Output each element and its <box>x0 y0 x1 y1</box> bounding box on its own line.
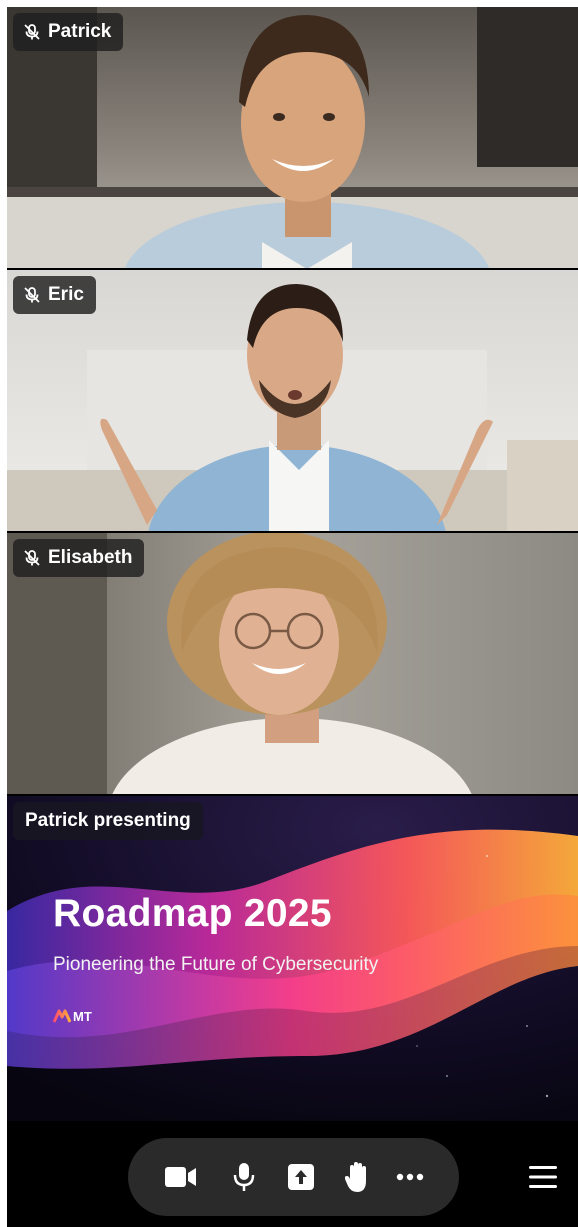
presentation-tile[interactable]: Patrick presenting Roadmap 2025 Pioneeri… <box>7 796 578 1121</box>
name-badge: Eric <box>13 276 96 314</box>
more-options-button[interactable] <box>390 1157 430 1197</box>
camera-toggle-button[interactable] <box>161 1157 201 1197</box>
participant-tile-elisabeth[interactable]: Elisabeth <box>7 533 578 794</box>
more-options-icon <box>396 1173 424 1181</box>
logo-text: MT <box>73 1008 92 1024</box>
raise-hand-button[interactable] <box>338 1157 378 1197</box>
share-screen-button[interactable] <box>281 1157 321 1197</box>
participant-name: Elisabeth <box>48 547 133 568</box>
call-control-bar <box>7 1121 578 1227</box>
microphone-icon <box>233 1163 255 1191</box>
logo-mark-icon <box>53 1009 71 1023</box>
slide-subtitle: Pioneering the Future of Cybersecurity <box>53 954 379 975</box>
hamburger-menu-icon <box>529 1166 557 1188</box>
share-screen-icon <box>288 1164 314 1190</box>
participant-tile-patrick[interactable]: Patrick <box>7 7 578 268</box>
video-camera-icon <box>165 1167 196 1187</box>
microphone-toggle-button[interactable] <box>224 1157 264 1197</box>
name-badge: Elisabeth <box>13 539 145 577</box>
slide-logo: MT <box>53 1008 92 1024</box>
slide-title: Roadmap 2025 <box>53 892 332 935</box>
microphone-muted-icon <box>23 23 41 41</box>
name-badge: Patrick <box>13 13 124 51</box>
participant-name: Eric <box>48 284 84 305</box>
raise-hand-icon <box>345 1162 366 1192</box>
menu-button[interactable] <box>523 1157 563 1197</box>
presenting-badge: Patrick presenting <box>13 802 203 840</box>
video-call-app: Patrick Eric Elisabeth Patrick presentin… <box>7 7 578 1227</box>
participant-tile-eric[interactable]: Eric <box>7 270 578 531</box>
controls-pill <box>128 1138 459 1216</box>
microphone-muted-icon <box>23 549 41 567</box>
microphone-muted-icon <box>23 286 41 304</box>
participant-name: Patrick <box>48 21 112 42</box>
